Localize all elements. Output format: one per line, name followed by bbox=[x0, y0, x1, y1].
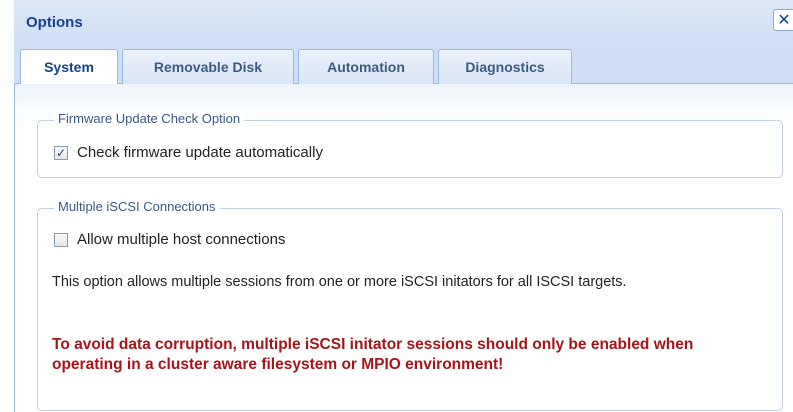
firmware-update-checkbox[interactable]: ✓ bbox=[54, 146, 68, 160]
iscsi-warning: To avoid data corruption, multiple iSCSI… bbox=[52, 336, 694, 373]
tab-label: System bbox=[44, 59, 94, 75]
checkmark-icon: ✓ bbox=[55, 146, 67, 160]
allow-multiple-hosts-checkbox-label[interactable]: Allow multiple host connections bbox=[77, 231, 285, 248]
iscsi-description: This option allows multiple sessions fro… bbox=[52, 274, 627, 290]
tab-label: Removable Disk bbox=[153, 59, 263, 75]
tab-label: Automation bbox=[327, 59, 405, 75]
tab-system[interactable]: System bbox=[20, 49, 118, 85]
window-title-bar: Options bbox=[14, 0, 793, 44]
tab-label: Diagnostics bbox=[465, 59, 545, 75]
firmware-update-fieldset: Firmware Update Check Option ✓ Check fir… bbox=[37, 111, 783, 178]
iscsi-connections-legend: Multiple iSCSI Connections bbox=[54, 199, 220, 214]
window-title: Options bbox=[26, 14, 83, 31]
close-icon: ✕ bbox=[777, 12, 791, 29]
tab-diagnostics[interactable]: Diagnostics bbox=[438, 49, 572, 84]
firmware-update-legend: Firmware Update Check Option bbox=[54, 111, 245, 126]
tab-strip: System Removable Disk Automation Diagnos… bbox=[14, 44, 793, 85]
iscsi-connections-fieldset: Multiple iSCSI Connections Allow multipl… bbox=[37, 199, 783, 411]
tab-automation[interactable]: Automation bbox=[298, 49, 434, 84]
allow-multiple-hosts-checkbox[interactable] bbox=[54, 233, 68, 247]
tab-removable-disk[interactable]: Removable Disk bbox=[122, 49, 294, 84]
firmware-update-checkbox-label[interactable]: Check firmware update automatically bbox=[77, 144, 323, 161]
close-button[interactable]: ✕ bbox=[773, 9, 793, 31]
